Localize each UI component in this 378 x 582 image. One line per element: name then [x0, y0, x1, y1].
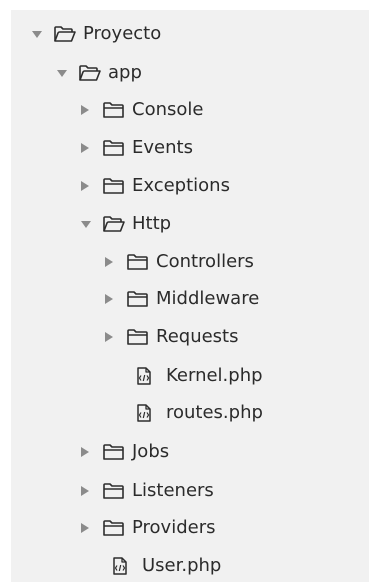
folder-icon	[126, 289, 150, 309]
tree-item-label: Jobs	[132, 441, 170, 462]
folder-open-icon	[53, 24, 77, 44]
tree-item-jobs[interactable]: Jobs	[80, 438, 169, 466]
chevron-right-icon[interactable]	[104, 254, 120, 270]
php-file-icon	[136, 366, 156, 386]
tree-item-kernel-php[interactable]: Kernel.php	[136, 362, 263, 390]
tree-item-label: Controllers	[156, 251, 254, 272]
tree-item-label: Listeners	[132, 480, 214, 501]
tree-item-exceptions[interactable]: Exceptions	[80, 172, 230, 200]
tree-item-label: Middleware	[156, 288, 260, 309]
php-file-icon	[112, 556, 132, 576]
chevron-right-icon[interactable]	[80, 102, 96, 118]
chevron-down-icon[interactable]	[80, 216, 96, 232]
chevron-right-icon[interactable]	[80, 140, 96, 156]
tree-item-user-php[interactable]: User.php	[112, 552, 221, 580]
chevron-down-icon[interactable]	[56, 65, 72, 81]
tree-item-http[interactable]: Http	[80, 210, 171, 238]
chevron-right-icon[interactable]	[80, 483, 96, 499]
chevron-down-icon[interactable]	[31, 26, 47, 42]
tree-item-label: Proyecto	[83, 23, 162, 44]
tree-item-app[interactable]: app	[56, 59, 142, 87]
folder-icon	[102, 518, 126, 538]
tree-item-middleware[interactable]: Middleware	[104, 285, 259, 313]
tree-item-label: Console	[132, 99, 204, 120]
folder-icon	[102, 442, 126, 462]
tree-item-label: Exceptions	[132, 175, 230, 196]
tree-item-label: Events	[132, 137, 193, 158]
folder-icon	[126, 327, 150, 347]
folder-icon	[102, 176, 126, 196]
tree-item-events[interactable]: Events	[80, 134, 193, 162]
php-file-icon	[136, 403, 156, 423]
chevron-right-icon[interactable]	[80, 178, 96, 194]
folder-icon	[102, 138, 126, 158]
tree-item-label: Providers	[132, 517, 216, 538]
tree-item-label: app	[108, 62, 142, 83]
folder-icon	[102, 481, 126, 501]
tree-item-label: Http	[132, 213, 172, 234]
tree-item-providers[interactable]: Providers	[80, 514, 216, 542]
tree-item-listeners[interactable]: Listeners	[80, 477, 214, 505]
tree-item-label: User.php	[142, 555, 222, 576]
tree-item-label: Requests	[156, 326, 239, 347]
chevron-right-icon[interactable]	[104, 329, 120, 345]
tree-item-proyecto[interactable]: Proyecto	[31, 20, 161, 48]
folder-open-icon	[102, 214, 126, 234]
folder-icon	[102, 100, 126, 120]
folder-open-icon	[78, 63, 102, 83]
chevron-right-icon[interactable]	[104, 291, 120, 307]
tree-item-label: routes.php	[166, 402, 263, 423]
tree-item-console[interactable]: Console	[80, 96, 203, 124]
tree-item-requests[interactable]: Requests	[104, 323, 239, 351]
tree-item-controllers[interactable]: Controllers	[104, 248, 254, 276]
chevron-right-icon[interactable]	[80, 444, 96, 460]
tree-item-routes-php[interactable]: routes.php	[136, 399, 263, 427]
tree-item-label: Kernel.php	[166, 365, 263, 386]
chevron-right-icon[interactable]	[80, 520, 96, 536]
folder-icon	[126, 252, 150, 272]
